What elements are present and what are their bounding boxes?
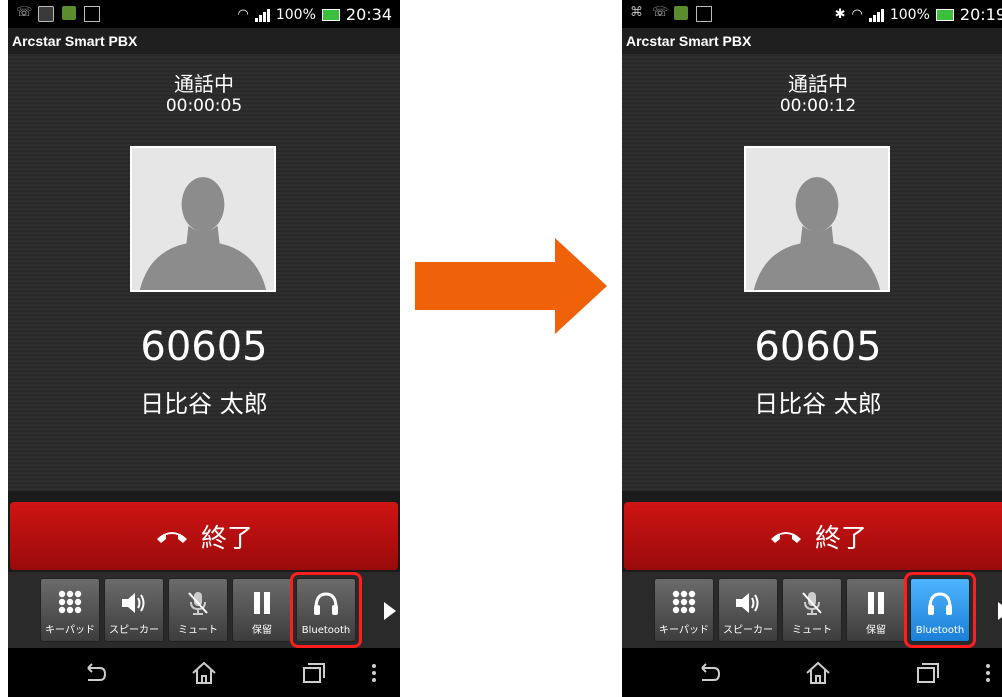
keypad-label: キーパッド [45,625,95,636]
menu-dots-icon [986,664,990,682]
more-arrow-icon[interactable] [384,602,396,620]
checkbox-icon [84,6,100,22]
back-icon [701,663,721,681]
caller-name: 日比谷 太郎 [140,390,268,418]
battery-level: 100% [275,6,316,23]
status-bar: ☏ ◠ 100% 20:34 [8,0,400,28]
battery-icon [935,8,954,21]
caller-name: 日比谷 太郎 [754,390,882,418]
call-info-area: 通話中 00:00:12 60605 日比谷 太郎 [622,54,1002,491]
hang-up-icon [156,532,187,543]
recent-apps-icon [303,663,325,683]
app-notification-icon [62,6,76,20]
speaker-icon [719,589,777,617]
mute-button[interactable]: ミュート [168,578,228,642]
back-button[interactable] [694,660,722,686]
wifi-icon: ◠ [237,7,249,22]
menu-button[interactable] [984,660,992,686]
call-status: 通話中 [788,72,848,96]
hold-button[interactable]: 保留 [232,578,292,642]
call-timer: 00:00:05 [165,96,243,116]
sim-card-icon [38,6,54,22]
keypad-label: キーパッド [659,625,709,636]
phone-screen-before: ☏ ◠ 100% 20:34 Arcstar Smart PBX 通話中 00:00:05 6… [8,0,400,697]
hold-label: 保留 [866,625,886,636]
call-status: 通話中 [174,72,234,96]
more-arrow-icon[interactable] [998,602,1002,620]
clock: 20:19 [959,5,1002,24]
nav-bar [622,648,1002,697]
keypad-button[interactable]: キーパッド [654,578,714,642]
highlight-frame [290,572,362,648]
checkbox-icon [696,6,712,22]
bluetooth-icon: ✱ [834,7,846,22]
end-call-button[interactable]: 終了 [10,502,398,570]
call-info-area: 通話中 00:00:05 60605 日比谷 太郎 [8,54,400,491]
clock: 20:34 [345,5,392,24]
call-timer: 00:00:12 [779,96,857,116]
hang-up-icon [770,532,801,543]
hold-icon [847,589,905,617]
recent-apps-icon [917,663,939,683]
app-title: Arcstar Smart PBX [622,28,1002,54]
transition-arrow-icon [415,238,607,334]
mute-label: ミュート [792,625,832,636]
home-button[interactable] [190,660,218,686]
mute-label: ミュート [178,625,218,636]
battery-icon [321,8,340,21]
hold-label: 保留 [252,625,272,636]
caller-number: 60605 [754,324,882,370]
hold-button[interactable]: 保留 [846,578,906,642]
call-toolbar: キーパッド スピーカー ミュート 保留 Bluetooth [8,572,400,648]
battery-level: 100% [889,6,930,23]
end-call-button[interactable]: 終了 [624,502,1002,570]
recent-apps-button[interactable] [300,660,328,686]
back-icon [87,663,107,681]
highlight-frame [904,572,976,648]
menu-button[interactable] [370,660,378,686]
nav-bar [8,648,400,697]
hold-icon [233,589,291,617]
status-bar: ⌘ ☏ ✱ ◠ 100% 20:19 [622,0,1002,28]
contact-photo-placeholder [744,146,890,292]
signal-icon [254,8,270,22]
caller-number: 60605 [140,324,268,370]
speaker-button[interactable]: スピーカー [104,578,164,642]
keypad-icon [655,589,713,617]
app-notification-icon [674,6,688,20]
speaker-label: スピーカー [723,625,773,636]
home-icon [192,661,216,684]
home-icon [806,661,830,684]
home-button[interactable] [804,660,832,686]
usb-debug-icon: ⌘ [630,5,643,20]
contact-photo-placeholder [130,146,276,292]
mute-icon [783,589,841,617]
missed-call-icon: ☏ [652,5,669,20]
end-call-label: 終了 [814,523,867,554]
missed-call-icon: ☏ [16,5,33,20]
recent-apps-button[interactable] [914,660,942,686]
end-call-label: 終了 [200,523,253,554]
signal-icon [868,8,884,22]
speaker-button[interactable]: スピーカー [718,578,778,642]
wifi-icon: ◠ [851,7,863,22]
keypad-button[interactable]: キーパッド [40,578,100,642]
speaker-icon [105,589,163,617]
back-button[interactable] [80,660,108,686]
keypad-icon [41,589,99,617]
app-title: Arcstar Smart PBX [8,28,400,54]
phone-screen-after: ⌘ ☏ ✱ ◠ 100% 20:19 Arcstar Smart PBX 通話中 00:00:1… [622,0,1002,697]
mute-icon [169,589,227,617]
speaker-label: スピーカー [109,625,159,636]
call-toolbar: キーパッド スピーカー ミュート 保留 Bluetooth [622,572,1002,648]
mute-button[interactable]: ミュート [782,578,842,642]
menu-dots-icon [372,664,376,682]
